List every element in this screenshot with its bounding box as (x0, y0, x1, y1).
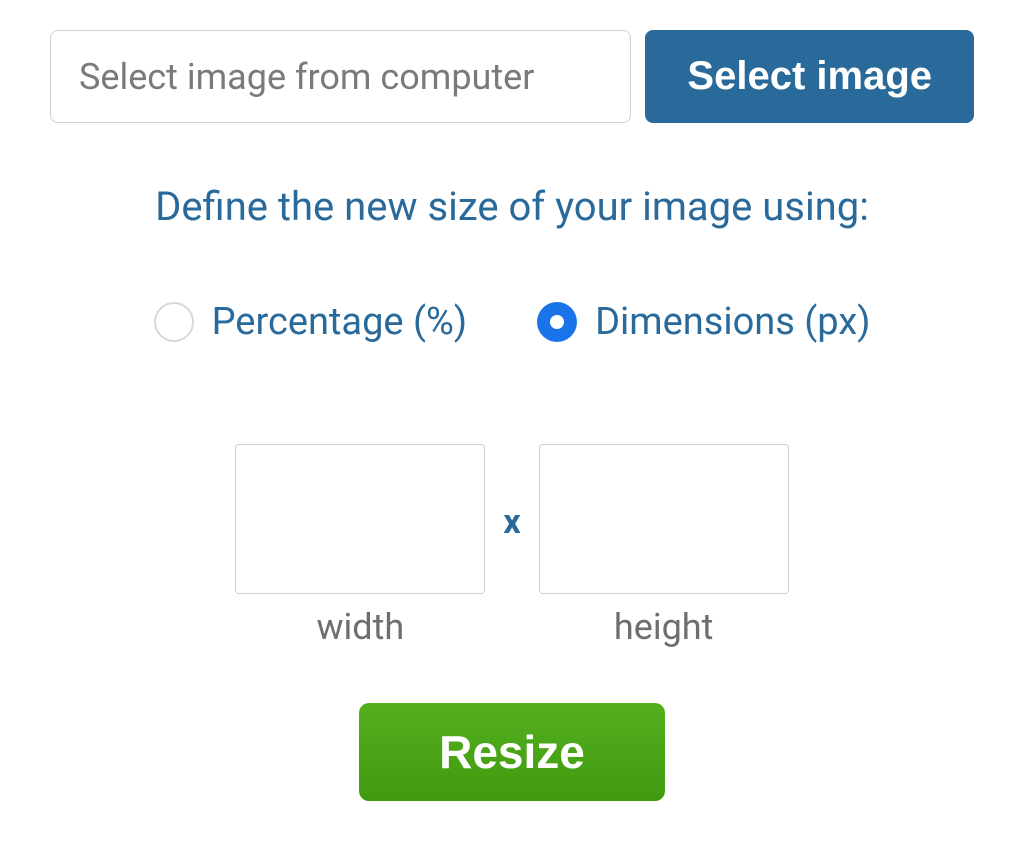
select-image-button-label: Select image (687, 54, 932, 99)
resize-row: Resize (50, 703, 974, 801)
size-method-heading: Define the new size of your image using: (50, 183, 974, 230)
percentage-option-label: Percentage (%) (212, 300, 468, 344)
dimensions-input-row: width x height (50, 444, 974, 648)
dimensions-option-label: Dimensions (px) (595, 300, 870, 344)
height-group: height (539, 444, 789, 648)
dimension-separator: x (503, 502, 520, 542)
resize-button-label: Resize (439, 726, 585, 778)
percentage-option[interactable]: Percentage (%) (154, 300, 468, 344)
radio-icon (154, 302, 194, 342)
width-label: width (316, 606, 404, 648)
width-group: width (235, 444, 485, 648)
dimensions-option[interactable]: Dimensions (px) (537, 300, 870, 344)
resize-button[interactable]: Resize (359, 703, 665, 801)
file-select-row: Select image from computer Select image (50, 30, 974, 123)
width-input[interactable] (235, 444, 485, 594)
file-path-display[interactable]: Select image from computer (50, 30, 631, 123)
size-method-radio-group: Percentage (%) Dimensions (px) (50, 300, 974, 344)
height-input[interactable] (539, 444, 789, 594)
height-label: height (614, 606, 714, 648)
select-image-button[interactable]: Select image (645, 30, 974, 123)
radio-icon (537, 302, 577, 342)
file-path-placeholder: Select image from computer (79, 56, 534, 98)
